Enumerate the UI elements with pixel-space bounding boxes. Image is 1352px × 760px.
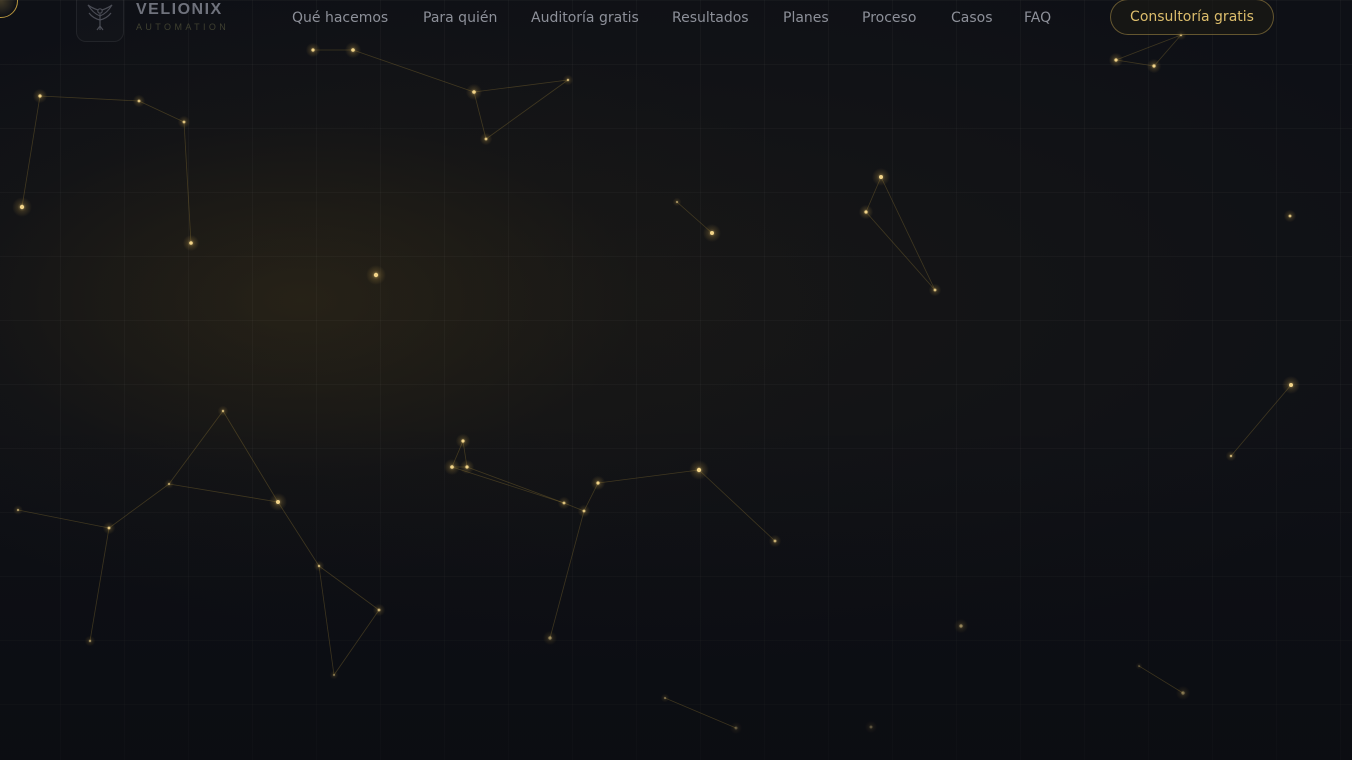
star-dot [1175, 685, 1191, 701]
star-dot [182, 234, 200, 252]
brand-text: VELIONIX AUTOMATION [136, 0, 229, 33]
star-dot [689, 460, 709, 480]
constellation-line [39, 95, 140, 102]
consultoria-gratis-button[interactable]: Consultoría gratis [1110, 0, 1274, 35]
star-dot [1108, 52, 1124, 68]
star-dot [1283, 209, 1297, 223]
constellation-line [466, 466, 565, 504]
star-dot [217, 405, 229, 417]
constellation-line [698, 469, 776, 542]
star-dot [590, 475, 606, 491]
star-dot [12, 197, 32, 217]
phoenix-icon [76, 0, 124, 42]
star-dot [32, 88, 48, 104]
star-dot [858, 204, 874, 220]
star-dot [928, 283, 942, 297]
brand-logo[interactable]: VELIONIX AUTOMATION [76, 0, 229, 42]
nav-item-proceso[interactable]: Proceso [862, 9, 916, 27]
star-dot [953, 618, 969, 634]
brand-tagline: AUTOMATION [136, 22, 230, 32]
star-dot [562, 74, 574, 86]
star-dot [84, 635, 96, 647]
star-dot [313, 560, 325, 572]
constellation-line [108, 483, 170, 529]
star-dot [864, 720, 878, 734]
star-dot [672, 197, 682, 207]
star-dot [455, 433, 471, 449]
star-dot [13, 505, 23, 515]
constellation-line [277, 501, 320, 567]
nav-item-faq[interactable]: FAQ [1024, 9, 1051, 27]
constellation-stars [12, 29, 1300, 735]
nav-item-planes[interactable]: Planes [783, 9, 829, 27]
star-dot [344, 41, 362, 59]
constellation-line [352, 49, 475, 93]
nav-item-auditoria-gratis[interactable]: Auditoría gratis [531, 9, 639, 27]
constellation-line [1230, 384, 1292, 457]
constellation-line [664, 697, 737, 729]
star-dot [1146, 58, 1162, 74]
star-dot [1135, 662, 1143, 670]
star-dot [102, 521, 116, 535]
star-dot [132, 94, 146, 108]
star-dot [329, 670, 339, 680]
brand-name: VELIONIX [136, 1, 223, 18]
star-dot [1282, 376, 1300, 394]
constellation-line [333, 609, 380, 676]
constellation-line [318, 565, 335, 676]
constellation-line [21, 95, 41, 208]
constellation-line [865, 211, 936, 291]
constellation-line [183, 121, 192, 244]
constellation-line [549, 510, 585, 639]
constellation-line [222, 410, 279, 503]
star-dot [729, 721, 743, 735]
star-dot [305, 42, 321, 58]
star-dot [542, 630, 558, 646]
constellation-layer [12, 29, 1300, 735]
star-dot [269, 493, 287, 511]
top-navigation-bar: VELIONIX AUTOMATION Qué hacemos Para qui… [0, 0, 1352, 42]
constellation-line [89, 527, 110, 642]
hero-background: VELIONIX AUTOMATION Qué hacemos Para qui… [0, 0, 1352, 760]
constellation-line [318, 565, 380, 611]
star-dot [872, 168, 890, 186]
star-dot [768, 534, 782, 548]
star-dot [1225, 450, 1237, 462]
nav-item-resultados[interactable]: Resultados [672, 9, 749, 27]
star-dot [703, 224, 721, 242]
star-dot [366, 265, 386, 285]
constellation-line [17, 509, 110, 529]
star-dot [164, 479, 174, 489]
star-dot [660, 693, 670, 703]
star-dot [479, 132, 493, 146]
nav-item-para-quien[interactable]: Para quién [423, 9, 497, 27]
nav-item-casos[interactable]: Casos [951, 9, 993, 27]
constellation-line [880, 176, 936, 291]
star-dot [372, 603, 386, 617]
nav-item-que-hacemos[interactable]: Qué hacemos [292, 9, 388, 27]
star-dot [459, 459, 475, 475]
constellation-lines [17, 34, 1292, 729]
constellation-line [168, 483, 279, 503]
star-dot [443, 458, 461, 476]
constellation-line [168, 410, 224, 485]
star-dot [177, 115, 191, 129]
star-dot [557, 496, 571, 510]
star-dot [577, 504, 591, 518]
constellation-line [1138, 665, 1184, 694]
constellation-line [597, 469, 700, 484]
constellation-line [138, 100, 185, 123]
star-dot [465, 83, 483, 101]
